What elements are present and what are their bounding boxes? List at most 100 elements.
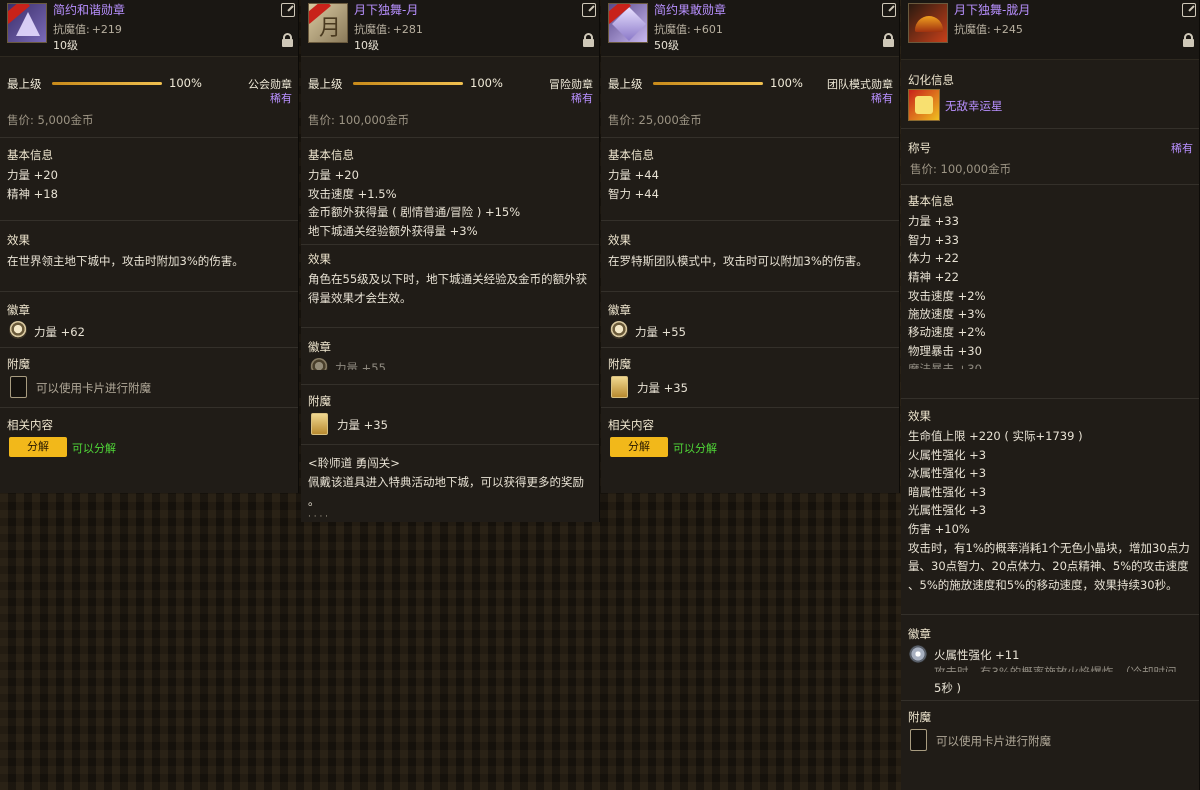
- upgrade-percent: 100%: [169, 76, 202, 90]
- resist-value: +219: [91, 23, 122, 36]
- badge-title: 徽章: [308, 340, 331, 354]
- stat-line: 攻击速度 +1.5%: [308, 187, 397, 201]
- stat-line: 体力 +22: [908, 251, 959, 265]
- badge-title: 徽章: [7, 303, 30, 317]
- effect-line: 暗属性强化 +3: [908, 485, 987, 499]
- effect-line: 生命值上限 +220 ( 实际+1739 ): [908, 429, 1083, 443]
- item-icon[interactable]: [608, 3, 648, 43]
- badge-title: 徽章: [908, 627, 931, 641]
- stat-line-clipped: 魔法暴击 +30: [908, 362, 982, 369]
- item-icon[interactable]: [7, 3, 47, 43]
- effect-line: 攻击时，有1%的概率消耗1个无色小晶块，增加30点力: [908, 541, 1190, 555]
- transmog-icon[interactable]: [908, 89, 940, 121]
- badge-icon[interactable]: [610, 321, 628, 339]
- upgrade-progress-fill: [353, 82, 463, 85]
- divider: [0, 407, 298, 408]
- divider: [601, 407, 899, 408]
- disassemble-button[interactable]: 分解: [9, 437, 67, 457]
- card-slot-icon[interactable]: [311, 413, 328, 435]
- basic-info-title: 基本信息: [308, 148, 354, 162]
- effect-line: 角色在55级及以下时，地下城通关经验及金币的额外获: [308, 272, 588, 286]
- upgrade-progress-fill: [52, 82, 162, 85]
- stat-line: 力量 +20: [308, 168, 359, 182]
- resist-row: 抗魔值: +601: [654, 21, 723, 37]
- effect-title: 效果: [308, 252, 331, 266]
- lock-icon[interactable]: [583, 33, 594, 47]
- share-icon[interactable]: [882, 3, 896, 17]
- resist-row: 抗魔值: +281: [354, 21, 423, 37]
- item-icon[interactable]: [908, 3, 948, 43]
- cake-icon: [915, 16, 943, 32]
- divider: [901, 614, 1199, 615]
- item-tooltip-panel: 月 月下独舞-月 抗魔值: +281 10级 最上级 100% 冒险勋章 稀有 售…: [301, 0, 600, 522]
- tooltip-header: 简约果敢勋章 抗魔值: +601 50级: [601, 0, 899, 57]
- item-rarity: 稀有: [270, 92, 292, 105]
- badge-title: 徽章: [608, 303, 631, 317]
- more-dots: · · · ·: [308, 512, 329, 522]
- upgrade-percent: 100%: [770, 76, 803, 90]
- upgrade-progress-bar: [653, 82, 763, 85]
- divider: [901, 700, 1199, 701]
- badge-stat: 力量 +55: [335, 361, 386, 370]
- sell-price: 售价: 25,000金币: [608, 113, 702, 127]
- share-icon[interactable]: [582, 3, 596, 17]
- upgrade-label: 最上级: [308, 77, 343, 91]
- lock-icon[interactable]: [1183, 33, 1194, 47]
- divider: [901, 184, 1199, 185]
- upgrade-label: 最上级: [7, 77, 42, 91]
- badge-icon[interactable]: [909, 645, 927, 663]
- item-category: 称号: [908, 141, 931, 155]
- stat-line: 精神 +22: [908, 270, 959, 284]
- badge-icon[interactable]: [9, 321, 27, 339]
- lock-icon[interactable]: [282, 33, 293, 47]
- divider: [0, 291, 298, 292]
- enchant-title: 附魔: [7, 357, 30, 371]
- effect-line: 得量效果才会生效。: [308, 291, 412, 305]
- item-tooltip-panel: 月下独舞-胧月 抗魔值: +245 幻化信息 无敌幸运星 称号 稀有 售价: 10…: [901, 0, 1200, 790]
- badge-row-clipped: 力量 +55: [301, 356, 599, 370]
- enchant-title: 附魔: [308, 394, 331, 408]
- stat-line: 地下城通关经验额外获得量 +3%: [308, 224, 478, 238]
- resist-row: 抗魔值: +219: [53, 21, 122, 37]
- divider: [601, 220, 899, 221]
- lock-icon[interactable]: [883, 33, 894, 47]
- resist-label: 抗魔值:: [354, 23, 391, 36]
- item-level: 50级: [654, 39, 679, 52]
- item-tooltip-panel: 简约果敢勋章 抗魔值: +601 50级 最上级 100% 团队模式勋章 稀有 售…: [601, 0, 900, 493]
- share-icon[interactable]: [1182, 3, 1196, 17]
- stat-line: 施放速度 +3%: [908, 307, 986, 321]
- share-icon[interactable]: [281, 3, 295, 17]
- resist-label: 抗魔值:: [954, 23, 991, 36]
- effect-title: 效果: [908, 409, 931, 423]
- divider: [0, 137, 298, 138]
- stat-line: 力量 +33: [908, 214, 959, 228]
- badge-stat: 力量 +62: [34, 325, 85, 339]
- stat-line: 智力 +33: [908, 233, 959, 247]
- effect-title: 效果: [608, 233, 631, 247]
- disassemble-button[interactable]: 分解: [610, 437, 668, 457]
- stat-line: 金币额外获得量 ( 剧情普通/冒险 ) +15%: [308, 205, 521, 219]
- card-slot-icon[interactable]: [611, 376, 628, 398]
- divider: [601, 291, 899, 292]
- resist-label: 抗魔值:: [654, 23, 691, 36]
- transmog-name: 无敌幸运星: [945, 99, 1003, 113]
- enchant-text: 可以使用卡片进行附魔: [936, 734, 1051, 748]
- item-rarity: 稀有: [871, 92, 893, 105]
- tooltip-header: 月 月下独舞-月 抗魔值: +281 10级: [301, 0, 599, 57]
- divider: [301, 384, 599, 385]
- item-icon[interactable]: 月: [308, 3, 348, 43]
- upgrade-progress-bar: [353, 82, 463, 85]
- badge-stat: 火属性强化 +11: [934, 648, 1020, 662]
- transmog-title: 幻化信息: [908, 73, 954, 87]
- badge-icon[interactable]: [310, 358, 328, 370]
- card-slot-icon[interactable]: [910, 729, 927, 751]
- enchant-title: 附魔: [608, 357, 631, 371]
- upgrade-percent: 100%: [470, 76, 503, 90]
- resist-row: 抗魔值: +245: [954, 21, 1023, 37]
- sell-price: 售价: 5,000金币: [7, 113, 94, 127]
- effect-line: 量、30点智力、20点体力、20点精神、5%的攻击速度: [908, 559, 1189, 573]
- card-slot-icon[interactable]: [10, 376, 27, 398]
- stat-line: 移动速度 +2%: [908, 325, 986, 339]
- enchant-text: 力量 +35: [637, 381, 688, 395]
- effect-line: 火属性强化 +3: [908, 448, 987, 462]
